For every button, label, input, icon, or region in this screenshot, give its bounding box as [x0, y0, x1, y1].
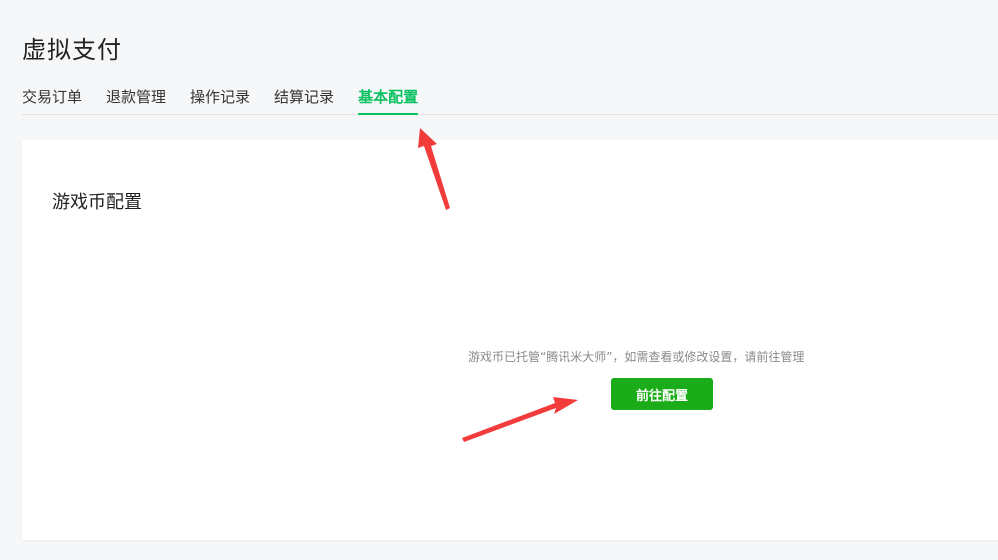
go-to-config-button[interactable]: 前往配置: [611, 378, 713, 410]
tab-bar: 交易订单 退款管理 操作记录 结算记录 基本配置: [22, 86, 998, 115]
managed-info-text: 游戏币已托管“腾讯米大师”，如需查看或修改设置，请前往管理: [468, 350, 805, 364]
tab-refund-management[interactable]: 退款管理: [106, 86, 166, 114]
page-title: 虚拟支付: [22, 36, 122, 64]
section-title: 游戏币配置: [52, 192, 142, 213]
configuration-card: 游戏币配置 游戏币已托管“腾讯米大师”，如需查看或修改设置，请前往管理 前往配置: [22, 140, 998, 540]
tab-settlement-records[interactable]: 结算记录: [274, 86, 334, 114]
tab-basic-configuration[interactable]: 基本配置: [358, 86, 419, 115]
tab-operation-records[interactable]: 操作记录: [190, 86, 250, 114]
tab-transaction-orders[interactable]: 交易订单: [22, 86, 82, 114]
virtual-payment-page: 虚拟支付 交易订单 退款管理 操作记录 结算记录 基本配置 游戏币配置 游戏币已…: [0, 0, 998, 560]
